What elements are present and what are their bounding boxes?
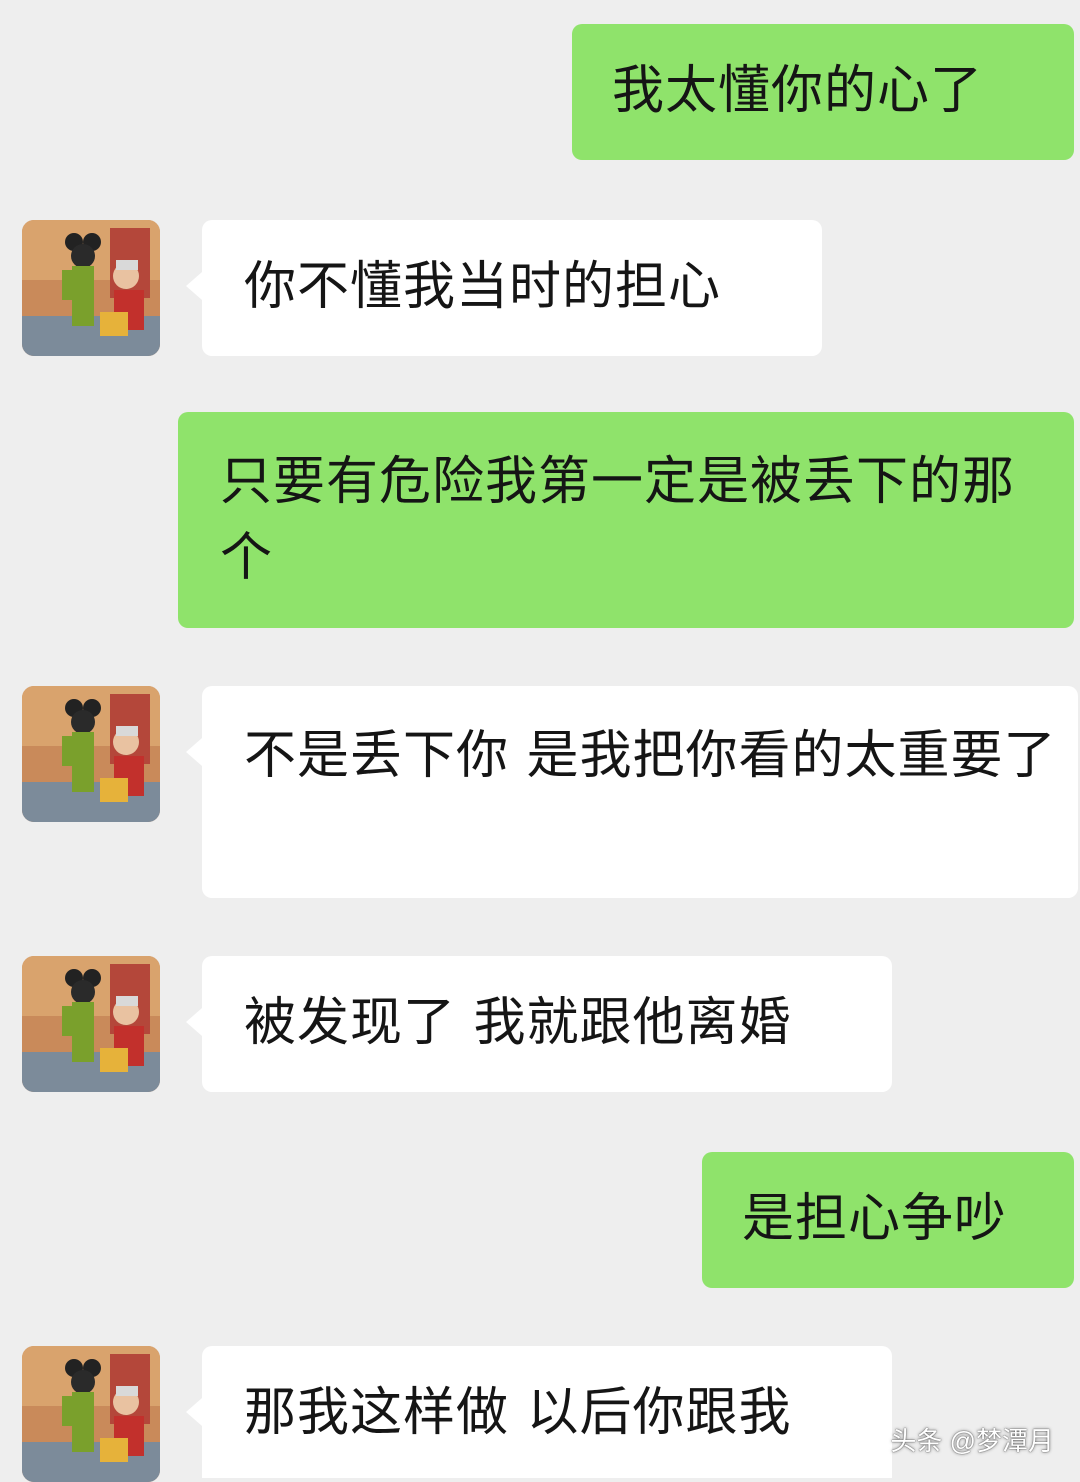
- message-text: 被发现了 我就跟他离婚: [244, 993, 792, 1053]
- avatar-photo-icon: [22, 1346, 160, 1482]
- avatar-photo-icon: [22, 220, 160, 356]
- watermark: 头条 @梦潭月: [890, 1426, 1054, 1456]
- contact-avatar[interactable]: [22, 686, 160, 822]
- message-bubble-outgoing[interactable]: 只要有危险我第一定是被丢下的那个: [178, 412, 1074, 628]
- contact-avatar[interactable]: [22, 1346, 160, 1482]
- contact-avatar[interactable]: [22, 956, 160, 1092]
- message-text: 我太懂你的心了: [612, 61, 984, 121]
- message-text: 只要有危险我第一定是被丢下的那个: [220, 452, 1016, 588]
- message-bubble-outgoing[interactable]: 我太懂你的心了: [572, 24, 1074, 160]
- chat-conversation: 我太懂你的心了 你不懂我当时的担心 只要有危险我第一定是被丢下的那个 不是丢下你…: [0, 0, 1080, 1482]
- avatar-photo-icon: [22, 686, 160, 822]
- message-bubble-outgoing[interactable]: 是担心争吵: [702, 1152, 1074, 1288]
- message-bubble-incoming[interactable]: 你不懂我当时的担心: [186, 220, 822, 356]
- message-text: 不是丢下你 是我把你看的太重要了: [244, 726, 1057, 786]
- message-text: 那我这样做 以后你跟我: [244, 1383, 792, 1443]
- message-bubble-incoming[interactable]: 那我这样做 以后你跟我: [186, 1346, 892, 1478]
- message-text: 你不懂我当时的担心: [244, 257, 722, 317]
- avatar-photo-icon: [22, 956, 160, 1092]
- message-bubble-incoming[interactable]: 被发现了 我就跟他离婚: [186, 956, 892, 1092]
- message-bubble-incoming[interactable]: 不是丢下你 是我把你看的太重要了: [186, 686, 1078, 898]
- message-text: 是担心争吵: [742, 1189, 1008, 1249]
- contact-avatar[interactable]: [22, 220, 160, 356]
